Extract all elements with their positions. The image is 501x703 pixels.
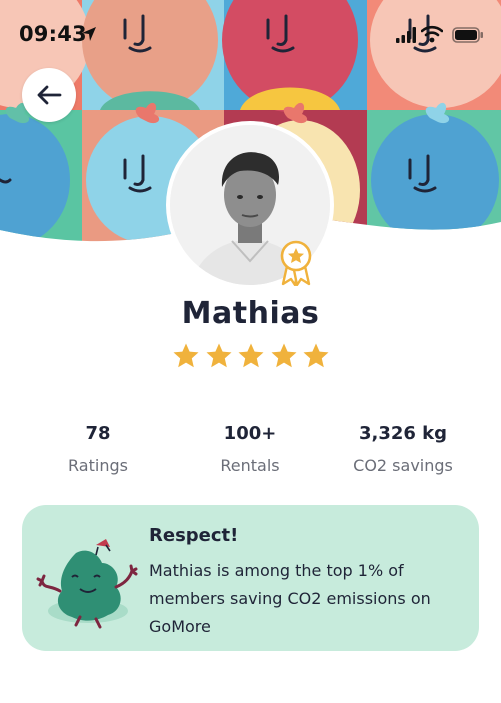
arrow-left-icon [37, 85, 62, 105]
stat-label: Ratings [68, 456, 128, 475]
tree-mascot-icon [36, 539, 138, 629]
stat-value: 100+ [223, 423, 277, 444]
star-icon [206, 343, 231, 368]
status-time: 09:43 [19, 22, 87, 46]
location-arrow-icon [82, 27, 96, 41]
rating-stars [172, 342, 330, 370]
profile-name: Mathias [181, 296, 320, 331]
cellular-signal-icon [396, 27, 416, 43]
wifi-icon [421, 25, 443, 43]
card-message: Mathias is among the top 1% of members s… [149, 561, 431, 636]
stat-co2-savings: 3,326 kg CO2 savings [338, 423, 468, 475]
stat-label: CO2 savings [353, 456, 453, 475]
battery-icon [452, 27, 483, 43]
stat-rentals: 100+ Rentals [200, 423, 300, 475]
star-icon [238, 343, 264, 368]
status-bar: 09:43 [0, 0, 501, 70]
star-icon [303, 343, 329, 368]
award-ribbon-icon [280, 240, 312, 286]
star-icon [271, 343, 296, 368]
stat-value: 3,326 kg [358, 423, 448, 444]
profile-stats: 78 Ratings 100+ Rentals 3,326 kg CO2 sav… [0, 423, 501, 483]
respect-card: Respect! Mathias is among the top 1% of … [22, 505, 479, 651]
card-title: Respect! [149, 525, 239, 546]
stat-label: Rentals [220, 456, 280, 475]
stat-ratings: 78 Ratings [48, 423, 148, 475]
back-button[interactable] [22, 68, 76, 122]
star-icon [173, 343, 199, 368]
stat-value: 78 [85, 423, 111, 444]
profile-screen: 09:43 Mathias 78 Ratings 100+ Rentals 3,… [0, 0, 501, 703]
